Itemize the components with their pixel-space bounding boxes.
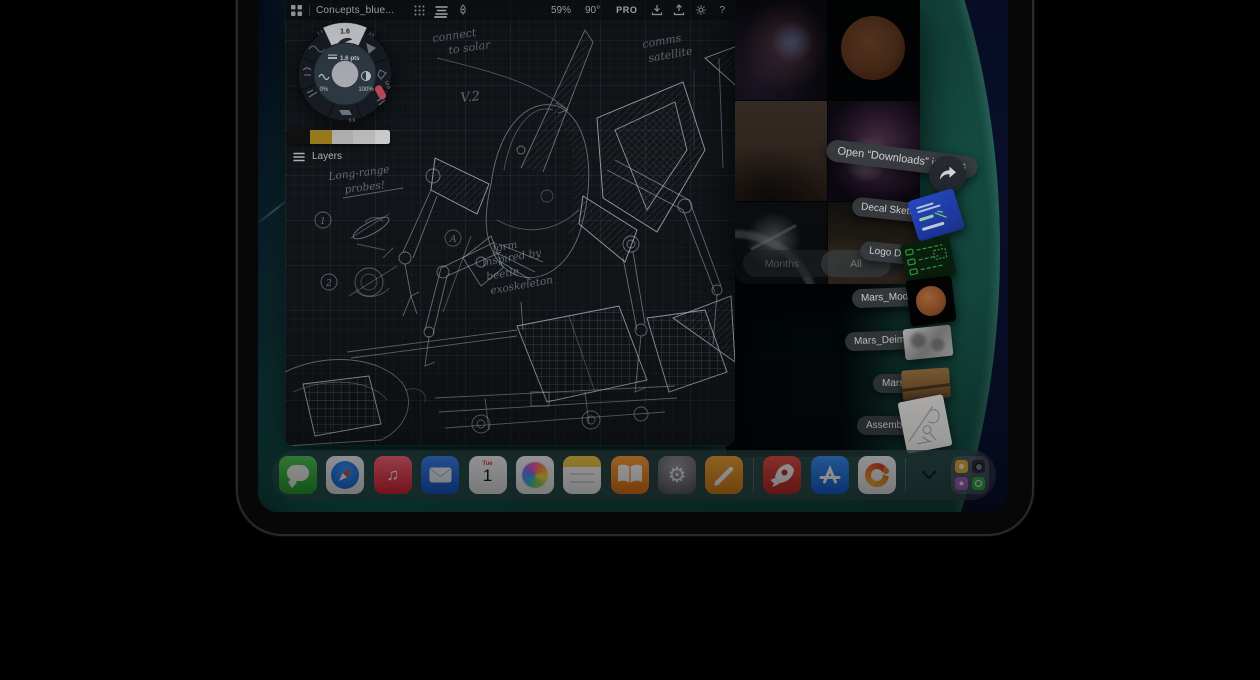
notes-line xyxy=(570,473,594,475)
calendar-day: 1 xyxy=(469,467,507,485)
drag-thumb-assembly[interactable] xyxy=(897,394,952,454)
dock-app-concepts[interactable] xyxy=(858,456,896,494)
drag-thumb-mars-deimos[interactable] xyxy=(903,325,954,361)
dock-collapse-chevron[interactable] xyxy=(916,470,942,480)
dock-divider xyxy=(905,458,906,492)
open-book-icon xyxy=(611,456,649,494)
pen-icon xyxy=(705,456,743,494)
dock-app-photos[interactable] xyxy=(516,456,554,494)
dock-app-pen[interactable] xyxy=(705,456,743,494)
share-drop-button[interactable] xyxy=(929,156,966,193)
appstore-a-icon xyxy=(811,456,849,494)
compass-icon xyxy=(331,461,359,489)
ipad-screen: connect to solar V.2 comms satellite Lon… xyxy=(258,0,1008,512)
dock-app-music[interactable]: ♫ xyxy=(374,456,412,494)
dock-app-messages[interactable] xyxy=(279,456,317,494)
chevron-down-icon xyxy=(921,470,937,480)
dock-app-notes[interactable] xyxy=(563,456,601,494)
gear-icon: ⚙ xyxy=(668,463,687,488)
app-library-mini-camera xyxy=(972,460,985,473)
dock-divider xyxy=(753,458,754,492)
drag-thumb-mars-model[interactable] xyxy=(905,275,956,326)
dock-app-calendar[interactable]: Tue 1 xyxy=(469,456,507,494)
dock-app-books[interactable] xyxy=(611,456,649,494)
rocket-icon xyxy=(763,456,801,494)
dock-app-rocket[interactable] xyxy=(763,456,801,494)
notes-header xyxy=(563,456,601,467)
notes-line xyxy=(570,481,594,483)
dock-app-mail[interactable] xyxy=(421,456,459,494)
app-library-mini-yellow xyxy=(955,460,968,473)
forward-arrow-icon xyxy=(938,166,957,183)
compass-needle xyxy=(337,467,353,483)
dock: ♫ Tue 1 ⚙ xyxy=(272,450,996,500)
envelope-icon xyxy=(429,467,452,483)
dock-app-settings[interactable]: ⚙ xyxy=(658,456,696,494)
app-library-mini-star: ★ xyxy=(955,477,968,490)
photos-flower-icon xyxy=(522,462,548,488)
concepts-c-dot xyxy=(883,468,889,474)
app-library-mini-clock xyxy=(972,477,985,490)
dock-app-safari[interactable] xyxy=(326,456,364,494)
drag-and-drop-layer: Open “Downloads” in Files Decal Sketches… xyxy=(258,0,1008,512)
drag-thumb-decal-sketches[interactable] xyxy=(907,188,965,242)
drag-thumb-mars[interactable] xyxy=(901,367,951,400)
music-note-icon: ♫ xyxy=(386,465,399,485)
mars-thumb-globe xyxy=(915,285,948,318)
dock-app-library[interactable]: ★ xyxy=(951,456,989,494)
scene: connect to solar V.2 comms satellite Lon… xyxy=(0,0,1260,680)
dock-app-appstore[interactable] xyxy=(811,456,849,494)
